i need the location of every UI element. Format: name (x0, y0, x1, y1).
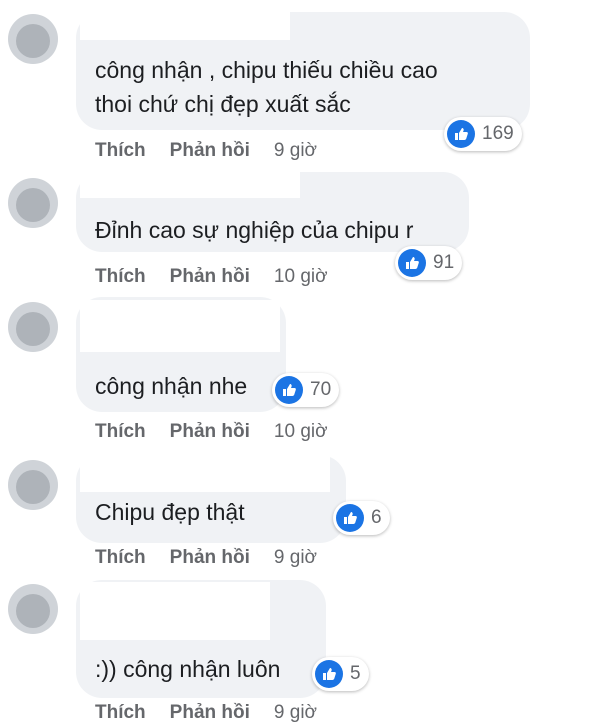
reply-button[interactable]: Phản hồi (170, 421, 250, 443)
like-thumb-icon (336, 504, 364, 532)
reaction-count-badge[interactable]: 91 (395, 246, 463, 280)
avatar-image (16, 188, 50, 222)
comment-actions: Thích Phản hồi 9 giờ (95, 699, 317, 727)
comment-actions: Thích Phản hồi 10 giờ (95, 418, 328, 446)
reaction-count: 169 (482, 123, 514, 144)
reaction-count-badge[interactable]: 6 (333, 501, 390, 535)
redacted-author-name (80, 300, 280, 352)
like-thumb-icon (398, 249, 426, 277)
comment-text-line: công nhận nhe (95, 373, 248, 399)
comment-actions: Thích Phản hồi 10 giờ (95, 263, 328, 291)
avatar[interactable] (8, 460, 58, 510)
reaction-count: 70 (310, 379, 332, 400)
redacted-author-name (80, 582, 270, 640)
comment-timestamp[interactable]: 10 giờ (274, 266, 328, 288)
like-thumb-icon (275, 376, 303, 404)
avatar[interactable] (8, 14, 58, 64)
like-button[interactable]: Thích (95, 421, 146, 443)
like-button[interactable]: Thích (95, 547, 146, 569)
comment-text-line: Chipu đẹp thật (95, 499, 245, 525)
avatar-image (16, 470, 50, 504)
avatar[interactable] (8, 178, 58, 228)
redacted-author-name (80, 10, 290, 40)
reaction-count: 5 (350, 663, 361, 684)
like-thumb-icon (447, 120, 475, 148)
reaction-count: 91 (433, 252, 455, 273)
like-button[interactable]: Thích (95, 702, 146, 724)
reply-button[interactable]: Phản hồi (170, 547, 250, 569)
avatar-image (16, 594, 50, 628)
redacted-author-name (80, 168, 300, 198)
redacted-author-name (80, 452, 330, 492)
comment-timestamp[interactable]: 9 giờ (274, 702, 317, 724)
comment-timestamp[interactable]: 9 giờ (274, 140, 317, 162)
avatar-image (16, 24, 50, 58)
reaction-count: 6 (371, 507, 382, 528)
comment-timestamp[interactable]: 9 giờ (274, 547, 317, 569)
reply-button[interactable]: Phản hồi (170, 702, 250, 724)
reaction-count-badge[interactable]: 70 (272, 373, 340, 407)
avatar[interactable] (8, 302, 58, 352)
like-button[interactable]: Thích (95, 266, 146, 288)
like-thumb-icon (315, 660, 343, 688)
comment-actions: Thích Phản hồi 9 giờ (95, 137, 317, 165)
like-button[interactable]: Thích (95, 140, 146, 162)
reply-button[interactable]: Phản hồi (170, 266, 250, 288)
reaction-count-badge[interactable]: 5 (312, 657, 369, 691)
comment-actions: Thích Phản hồi 9 giờ (95, 544, 317, 572)
reaction-count-badge[interactable]: 169 (444, 117, 522, 151)
comment-text-line: công nhận , chipu thiếu chiều cao (95, 57, 438, 83)
comment-timestamp[interactable]: 10 giờ (274, 421, 328, 443)
comment-text-line: :)) công nhận luôn (95, 656, 281, 682)
avatar[interactable] (8, 584, 58, 634)
avatar-image (16, 312, 50, 346)
comment-text-line: Đỉnh cao sự nghiệp của chipu r (95, 217, 414, 243)
comment-text-line: thoi chứ chị đẹp xuất sắc (95, 91, 351, 117)
reply-button[interactable]: Phản hồi (170, 140, 250, 162)
